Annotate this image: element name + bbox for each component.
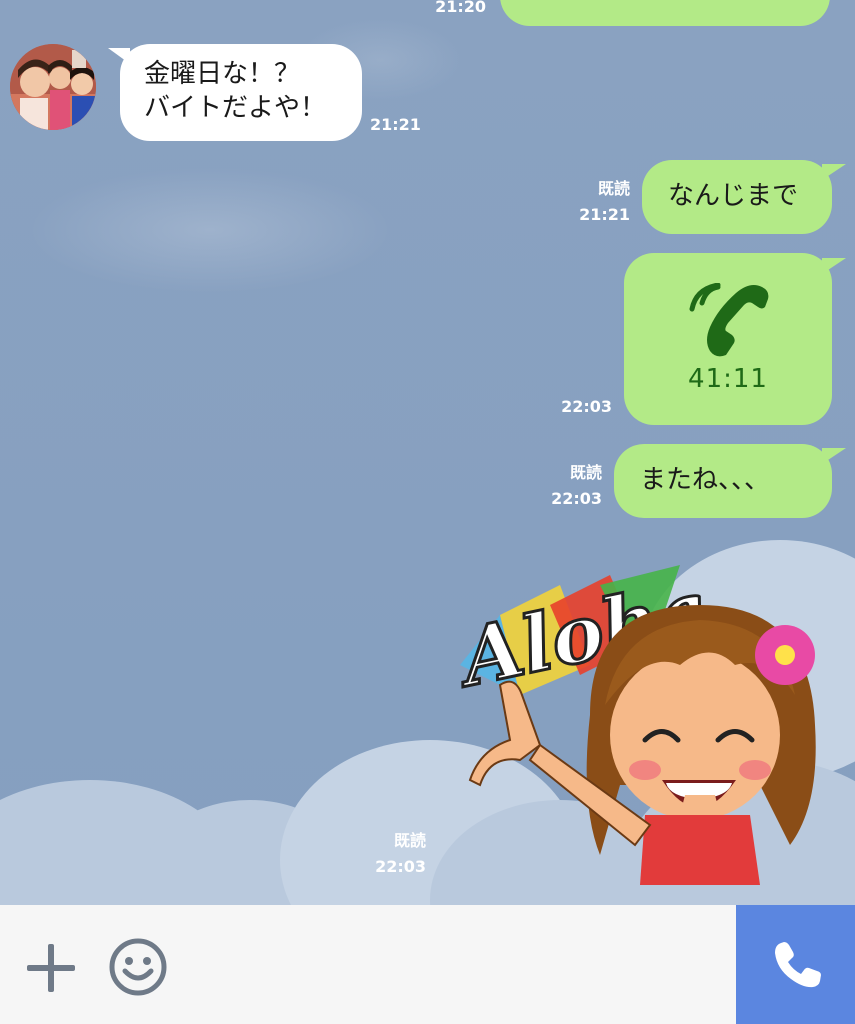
call-duration: 41:11: [688, 364, 768, 394]
outgoing-message-bubble[interactable]: またね、、、: [614, 444, 832, 518]
bubble-tail: [822, 164, 846, 180]
message-text: 金曜日な！？: [144, 59, 301, 89]
sticker-image: Aloha: [446, 562, 816, 885]
outgoing-message-bubble[interactable]: [500, 0, 830, 26]
plus-icon[interactable]: [25, 942, 77, 994]
call-log-bubble[interactable]: 41:11: [624, 253, 832, 425]
bubble-tail: [822, 448, 846, 464]
phone-call-icon: [689, 283, 769, 357]
read-receipt: 既読: [569, 463, 602, 482]
message-time: 22:03: [561, 397, 612, 416]
message-text: またね、、、: [640, 465, 771, 495]
call-button[interactable]: [736, 905, 855, 1024]
outgoing-message-bubble[interactable]: なんじまで: [642, 160, 832, 234]
bubble-tail: [822, 258, 846, 274]
message-time: 22:03: [551, 489, 602, 508]
aloha-sticker[interactable]: Aloha: [440, 545, 840, 890]
smiley-icon[interactable]: [108, 937, 168, 997]
read-receipt: 既読: [597, 179, 630, 198]
phone-icon: [775, 942, 821, 988]
read-receipt: 既読: [393, 831, 426, 850]
avatar[interactable]: [10, 44, 96, 130]
message-input[interactable]: [190, 925, 720, 1005]
message-time: 21:20: [435, 0, 486, 16]
message-time: 21:21: [579, 205, 630, 224]
message-time: 22:03: [375, 857, 426, 876]
message-text: バイトだよや！: [144, 93, 327, 123]
chat-area[interactable]: 21:20 金曜日な！？ バイトだよや！ 21:21 既読 21:21 なんじま…: [0, 0, 855, 905]
message-composer: [0, 905, 855, 1024]
message-time: 21:21: [370, 115, 421, 134]
incoming-message-bubble[interactable]: 金曜日な！？ バイトだよや！: [120, 44, 362, 141]
message-text: なんじまで: [668, 181, 799, 211]
